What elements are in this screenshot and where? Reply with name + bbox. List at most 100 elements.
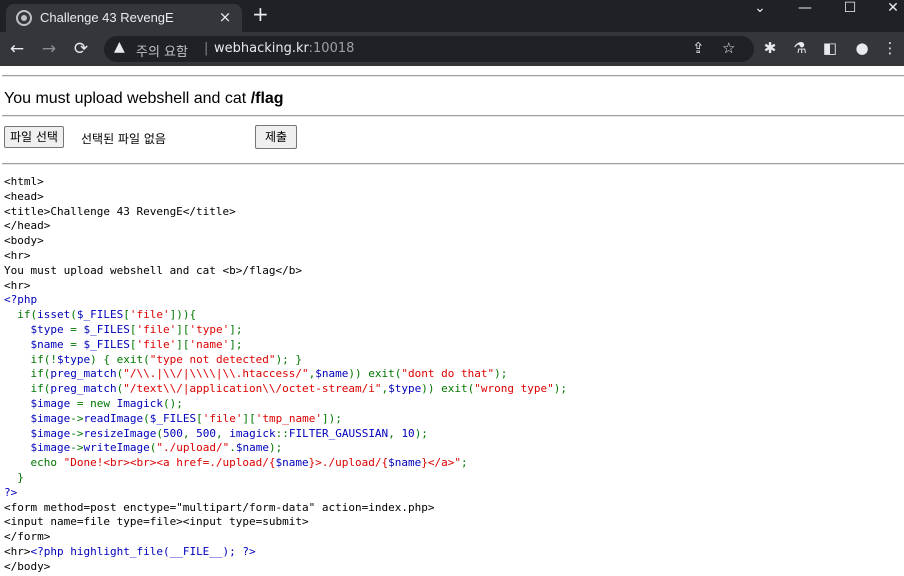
code-token: $image bbox=[30, 426, 71, 440]
url-text[interactable]: webhacking.kr:10018 bbox=[214, 41, 354, 56]
php-line: $image = new Imagick(); bbox=[4, 397, 183, 410]
php-close-tag: ?> bbox=[4, 485, 18, 499]
code-token: , bbox=[215, 426, 230, 440]
php-line: $image->writeImage("./upload/".$name); bbox=[4, 441, 283, 455]
code-token: [ bbox=[196, 411, 203, 425]
code-token: readImage bbox=[83, 411, 144, 425]
code-token: -> bbox=[70, 441, 84, 455]
page-content: You must upload webshell and cat /flag 파… bbox=[0, 66, 904, 576]
php-line: $type = $_FILES['file']['type']; bbox=[4, 322, 243, 336]
code-token: ) { exit( bbox=[90, 352, 150, 366]
code-token: . bbox=[229, 441, 236, 455]
php-line: if(preg_match("/text\\/|application\\/oc… bbox=[4, 382, 566, 396]
code-token: ; bbox=[461, 456, 468, 470]
code-token: if( bbox=[30, 367, 51, 381]
code-token: ); bbox=[268, 441, 283, 455]
code-token: $_FILES bbox=[83, 322, 130, 336]
profile-icon[interactable]: ● bbox=[852, 38, 872, 58]
address-bar[interactable]: ▲ 주의 요함 | webhacking.kr:10018 ⇪ ☆ bbox=[104, 36, 754, 62]
code-token: (); bbox=[162, 396, 183, 410]
bookmark-star-icon[interactable]: ☆ bbox=[722, 39, 735, 57]
code-token: -> bbox=[70, 426, 84, 440]
url-separator: | bbox=[204, 41, 209, 56]
code-token: $image bbox=[30, 411, 71, 425]
code-token: ]); bbox=[321, 411, 342, 425]
close-window-button[interactable]: ✕ bbox=[878, 0, 904, 16]
code-token: )) exit( bbox=[348, 367, 402, 381]
code-token: 'file' bbox=[129, 308, 170, 322]
code-token: writeImage bbox=[83, 441, 150, 455]
globe-icon bbox=[16, 10, 32, 26]
extensions-icon[interactable]: ✱ bbox=[760, 38, 780, 58]
tab-close-icon[interactable]: × bbox=[216, 8, 234, 26]
code-token: ][ bbox=[176, 337, 190, 351]
code-token: ( bbox=[70, 308, 77, 322]
code-token: 'tmp_name' bbox=[255, 411, 322, 425]
maximize-button[interactable]: ☐ bbox=[835, 0, 865, 16]
code-token: = bbox=[70, 322, 84, 336]
code-token: )) exit( bbox=[421, 382, 475, 396]
code-token: FILTER_GAUSSIAN bbox=[288, 426, 389, 440]
php-open-tag: <?php bbox=[4, 293, 38, 307]
php-line: } bbox=[4, 471, 24, 484]
browser-tab[interactable]: Challenge 43 RevengE × bbox=[6, 4, 242, 32]
code-token: = new bbox=[76, 396, 117, 410]
security-warning-text[interactable]: 주의 요함 bbox=[136, 41, 188, 60]
code-token: :: bbox=[275, 426, 289, 440]
code-token: $name bbox=[315, 367, 349, 381]
back-button[interactable]: ← bbox=[6, 38, 28, 60]
code-token: -> bbox=[70, 411, 84, 425]
php-line: echo "Done!<br><br><a href=./upload/{$na… bbox=[4, 456, 468, 470]
kebab-menu-icon[interactable]: ⋮ bbox=[880, 38, 900, 58]
code-token: ][ bbox=[242, 411, 256, 425]
divider bbox=[2, 115, 904, 117]
url-host: webhacking.kr bbox=[214, 41, 309, 56]
code-token: } bbox=[17, 470, 24, 484]
code-token: $image bbox=[30, 396, 77, 410]
php-line: if(!$type) { exit("type not detected"); … bbox=[4, 353, 302, 366]
html-source: <html> <head> <title>Challenge 43 Reveng… bbox=[4, 175, 303, 292]
instruction-text: You must upload webshell and cat /flag bbox=[4, 90, 284, 108]
new-tab-button[interactable]: + bbox=[252, 4, 269, 24]
code-token: "./upload/" bbox=[156, 441, 230, 455]
code-token: preg_match bbox=[50, 367, 117, 381]
code-token: resizeImage bbox=[83, 426, 157, 440]
code-token: ); bbox=[414, 426, 428, 440]
code-token: , bbox=[388, 426, 402, 440]
labs-flask-icon[interactable]: ⚗ bbox=[790, 38, 810, 58]
php-line: if(isset($_FILES['file'])){ bbox=[4, 308, 196, 321]
code-token: if( bbox=[30, 382, 51, 396]
no-file-label: 선택된 파일 없음 bbox=[81, 132, 166, 146]
code-token: 'name' bbox=[189, 337, 230, 351]
code-token: [ bbox=[123, 308, 130, 322]
submit-button[interactable]: 제출 bbox=[255, 125, 297, 149]
share-icon[interactable]: ⇪ bbox=[692, 39, 705, 57]
code-token: , bbox=[182, 426, 197, 440]
tab-search-icon[interactable]: ⌄ bbox=[745, 0, 775, 16]
code-token: "/text\\/|application\\/octet-stream/i" bbox=[123, 382, 382, 396]
code-token: preg_match bbox=[50, 382, 117, 396]
forward-button[interactable]: → bbox=[38, 38, 60, 60]
side-panel-icon[interactable]: ◧ bbox=[820, 38, 840, 58]
flag-path: /flag bbox=[250, 90, 284, 107]
reload-button[interactable]: ⟳ bbox=[70, 38, 92, 60]
warning-icon[interactable]: ▲ bbox=[114, 39, 125, 55]
code-token: echo bbox=[30, 456, 57, 470]
code-token: $type bbox=[388, 382, 422, 396]
highlight-code: <?php highlight_file(__FILE__); ?> bbox=[30, 544, 256, 558]
code-token: $type bbox=[30, 322, 71, 336]
instruction-prefix: You must upload webshell and cat bbox=[4, 90, 251, 107]
code-token: ( bbox=[156, 426, 163, 440]
code-token: ); } bbox=[275, 352, 303, 366]
code-token: ]; bbox=[229, 337, 243, 351]
minimize-button[interactable]: — bbox=[790, 0, 820, 16]
code-token: if( bbox=[17, 308, 38, 322]
choose-file-button[interactable]: 파일 선택 bbox=[4, 126, 64, 148]
code-token: "/\\.|\\/|\\\\|\\.htaccess/" bbox=[123, 367, 309, 381]
php-line: $name = $_FILES['file']['name']; bbox=[4, 337, 243, 351]
code-token: 'file' bbox=[136, 322, 177, 336]
